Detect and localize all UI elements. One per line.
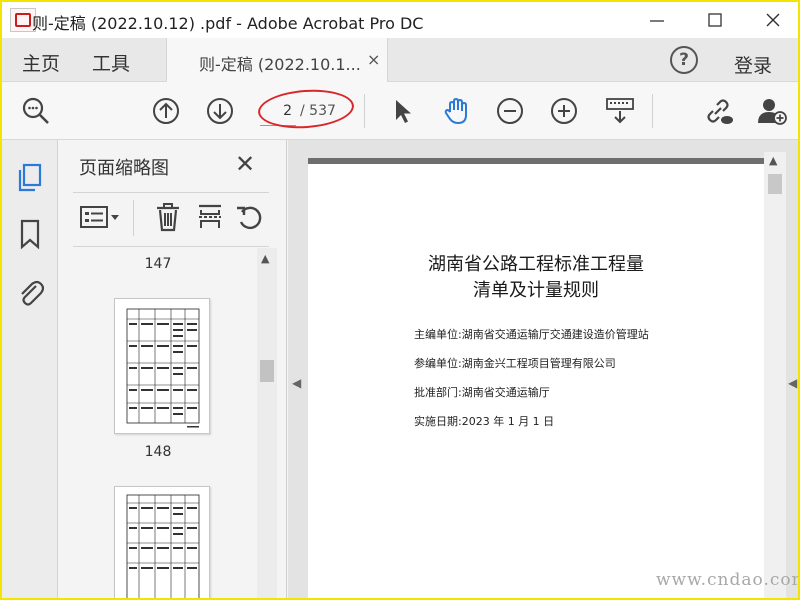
pane-divider <box>73 246 269 247</box>
page-thumbnails-pane: 页面缩略图 ✕ 147 148 ▲ <box>59 140 287 598</box>
thumbnail-table-graphic <box>126 494 200 598</box>
tab-document[interactable]: 则-定稿 (2022.10.1... × <box>166 38 388 82</box>
page-thumbnails-icon[interactable] <box>16 162 44 194</box>
thumbnail-scrollbar[interactable]: ▲ <box>257 248 277 598</box>
add-user-icon[interactable] <box>756 95 788 127</box>
tab-tools[interactable]: 工具 <box>92 49 130 76</box>
tab-home[interactable]: 主页 <box>22 49 60 76</box>
pane-tool-separator <box>133 200 134 236</box>
thumbnail-page-149[interactable] <box>114 486 210 598</box>
share-link-icon[interactable] <box>702 95 734 127</box>
watermark-text: www.cndao.com <box>656 570 798 590</box>
scroll-up-arrow-icon[interactable]: ▲ <box>261 252 269 265</box>
minimize-button[interactable] <box>642 6 672 34</box>
attachments-icon[interactable] <box>16 276 44 308</box>
rotate-icon[interactable] <box>235 202 265 232</box>
document-view: ◀ 湖南省公路工程标准工程量 清单及计量规则 主编单位:湖南省交通运输厅交通建设… <box>288 140 798 598</box>
doc-info-line: 主编单位:湖南省交通运输厅交通建设造价管理站 <box>414 328 649 341</box>
help-button[interactable]: ? <box>670 46 698 74</box>
maximize-button[interactable] <box>700 6 730 34</box>
doc-info-line: 批准部门:湖南省交通运输厅 <box>414 386 550 399</box>
document-scrollbar[interactable]: ▲ <box>764 152 786 598</box>
search-zoom-icon[interactable] <box>20 95 52 127</box>
page-down-icon[interactable] <box>204 95 236 127</box>
window-title: 则-定稿 (2022.10.12) .pdf - Adobe Acrobat P… <box>32 14 424 33</box>
page-up-icon[interactable] <box>150 95 182 127</box>
collapse-right-pane-icon[interactable]: ◀ <box>788 376 797 390</box>
doc-title-line1: 湖南省公路工程标准工程量 <box>428 254 644 275</box>
bookmarks-icon[interactable] <box>16 218 44 250</box>
login-button[interactable]: 登录 <box>734 51 772 78</box>
hand-tool-icon[interactable] <box>440 95 472 127</box>
document-tab-label: 则-定稿 (2022.10.1... <box>199 55 361 74</box>
thumbnail-page-148[interactable] <box>114 298 210 434</box>
main-toolbar: 2 / 537 <box>2 82 798 140</box>
keyboard-scroll-icon[interactable] <box>604 95 636 127</box>
maximize-icon <box>708 13 722 27</box>
collapse-left-pane-icon[interactable]: ◀ <box>292 376 301 390</box>
pdf-page: 湖南省公路工程标准工程量 清单及计量规则 主编单位:湖南省交通运输厅交通建设造价… <box>308 158 764 598</box>
doc-info-line: 参编单位:湖南金兴工程项目管理有限公司 <box>414 357 616 370</box>
close-pane-button[interactable]: ✕ <box>235 150 255 178</box>
highlight-ellipse-annotation <box>256 86 356 132</box>
thumbnail-table-graphic <box>126 308 200 428</box>
toolbar-separator <box>364 94 365 128</box>
pane-title: 页面缩略图 <box>79 158 169 179</box>
acrobat-window: 则-定稿 (2022.10.12) .pdf - Adobe Acrobat P… <box>2 2 798 598</box>
delete-icon[interactable] <box>153 202 183 232</box>
zoom-out-icon[interactable] <box>494 95 526 127</box>
title-bar: 则-定稿 (2022.10.12) .pdf - Adobe Acrobat P… <box>2 2 798 38</box>
pane-divider <box>73 192 269 193</box>
close-window-button[interactable] <box>758 6 788 34</box>
navigation-rail <box>2 140 58 598</box>
thumbnail-label-147: 147 <box>144 256 172 272</box>
thumbnail-list: 147 148 <box>59 248 257 598</box>
scrollbar-thumb[interactable] <box>260 360 274 382</box>
zoom-in-icon[interactable] <box>548 95 580 127</box>
doc-info-line: 实施日期:2023 年 1 月 1 日 <box>414 415 555 428</box>
thumbnail-label-148: 148 <box>144 444 172 460</box>
tab-bar: 主页 工具 则-定稿 (2022.10.1... × ? 登录 <box>2 38 798 82</box>
close-icon <box>766 13 780 27</box>
thumbnail-options-icon[interactable] <box>79 202 123 232</box>
minimize-icon <box>650 20 664 22</box>
scroll-up-arrow-icon[interactable]: ▲ <box>769 154 777 167</box>
scrollbar-thumb[interactable] <box>768 174 782 194</box>
document-tab-close-button[interactable]: × <box>367 50 380 69</box>
toolbar-separator <box>652 94 653 128</box>
extract-icon[interactable] <box>195 202 225 232</box>
doc-title-line2: 清单及计量规则 <box>473 280 599 301</box>
select-pointer-icon[interactable] <box>386 95 418 127</box>
